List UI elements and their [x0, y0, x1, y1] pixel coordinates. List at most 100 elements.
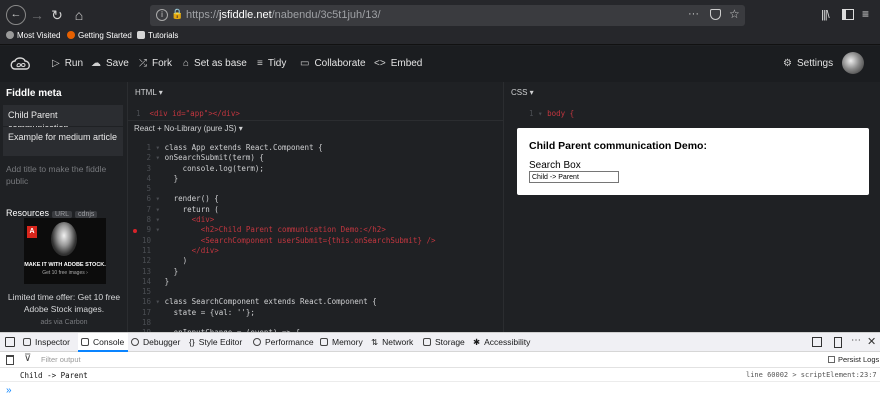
tab-inspector[interactable]: Inspector — [23, 337, 70, 347]
tab-debugger[interactable]: Debugger — [131, 337, 180, 347]
tab-label: Accessibility — [484, 337, 531, 347]
fork-button[interactable]: ⤮ Fork — [139, 58, 172, 69]
bookmark-most-visited[interactable]: Most Visited — [6, 31, 60, 40]
code-line[interactable]: 1 ▾ class App extends React.Component { — [142, 143, 436, 153]
tab-network[interactable]: ⇅ Network — [371, 337, 413, 348]
line-number: 1 ▾ — [142, 143, 165, 152]
fiddle-name-field[interactable]: Child Parent communication — [3, 105, 123, 133]
pane-divider[interactable] — [128, 120, 503, 121]
code-line[interactable]: 8 ▾ <div> — [142, 215, 436, 225]
tab-label: Console — [93, 337, 125, 347]
resources-section[interactable]: Resources URL cdnjs — [6, 208, 98, 218]
js-code-editor[interactable]: 1 ▾ class App extends React.Component { … — [142, 143, 436, 332]
resource-url-pill[interactable]: URL — [52, 211, 73, 218]
set-as-base-button[interactable]: ⌂ Set as base — [183, 58, 247, 69]
code-line[interactable]: 4 } — [142, 174, 436, 184]
element-picker-icon[interactable] — [5, 337, 15, 347]
log-source-link[interactable]: line 60002 > scriptElement:23:7 — [746, 371, 877, 379]
embed-button[interactable]: <> Embed — [374, 58, 422, 69]
devtools-menu-icon[interactable]: ⋯ — [851, 335, 861, 346]
dock-icon[interactable] — [834, 337, 842, 348]
jsfiddle-logo-icon[interactable] — [8, 55, 34, 73]
html-panel-label[interactable]: HTML ▾ — [135, 88, 163, 97]
tidy-button[interactable]: ≡ Tidy — [257, 58, 286, 69]
code-line[interactable]: 17 state = {val: ''}; — [142, 308, 436, 318]
search-input[interactable]: Child -> Parent — [529, 171, 619, 183]
code-line[interactable]: 9 ▾ <h2>Child Parent communication Demo:… — [142, 225, 436, 235]
trash-icon[interactable] — [6, 355, 14, 365]
tab-accessibility[interactable]: ✱ Accessibility — [473, 337, 530, 348]
code-line[interactable]: 5 — [142, 184, 436, 194]
filter-icon[interactable]: ⊽ — [24, 353, 31, 364]
code-text: console.log(term); — [164, 163, 264, 173]
reload-button[interactable]: ↻ — [48, 6, 66, 24]
css-pane: CSS ▾ 1 ▾ body { — [505, 82, 880, 332]
sliders-icon: ⚙ — [783, 58, 792, 69]
code-line[interactable]: 2 ▾ onSearchSubmit(term) { — [142, 153, 436, 163]
code-line[interactable]: 3 console.log(term); — [142, 164, 436, 174]
library-icon[interactable]: |||\ — [821, 9, 830, 21]
bookmark-star-icon[interactable]: ☆ — [729, 7, 740, 21]
back-button[interactable]: ← — [6, 5, 26, 25]
code-line[interactable]: 16 ▾ class SearchComponent extends React… — [142, 297, 436, 307]
js-panel-label[interactable]: React + No-Library (pure JS) ▾ — [134, 124, 243, 133]
code-line[interactable]: 10 <SearchComponent userSubmit={this.onS… — [142, 236, 436, 246]
code-line[interactable]: 18 — [142, 318, 436, 328]
breakpoint-marker-icon[interactable] — [133, 229, 137, 233]
ad-via-text[interactable]: ads via Carbon — [4, 319, 124, 326]
console-prompt-icon[interactable]: » — [6, 385, 12, 396]
fork-icon: ⤮ — [139, 58, 147, 69]
code-line[interactable]: 14 } — [142, 277, 436, 287]
tab-performance[interactable]: Performance — [253, 337, 314, 347]
line-number: 18 — [142, 318, 165, 328]
code-brackets-icon: <> — [374, 58, 386, 69]
pocket-icon[interactable] — [710, 9, 721, 20]
tab-label: Network — [382, 337, 414, 347]
settings-button[interactable]: ⚙ Settings — [783, 58, 833, 69]
ad-offer-text[interactable]: Limited time offer: Get 10 free Adobe St… — [4, 291, 124, 315]
bookmark-tutorials[interactable]: Tutorials — [137, 31, 178, 40]
hamburger-menu-icon[interactable]: ≡ — [862, 7, 869, 21]
code-line[interactable]: 12 ) — [142, 256, 436, 266]
url-prefix: https:// — [186, 9, 220, 21]
info-icon[interactable]: i — [156, 9, 168, 21]
code-text: class App extends React.Component { — [164, 143, 323, 152]
tab-console[interactable]: Console — [78, 333, 129, 352]
user-avatar[interactable] — [842, 52, 864, 74]
html-code-line[interactable]: 1 <div id="app"></div> — [136, 109, 240, 119]
console-log-row[interactable]: Child -> Parent line 60002 > scriptEleme… — [0, 368, 880, 382]
url-bar[interactable]: i 🔒 https://jsfiddle.net/nabendu/3c5t1ju… — [150, 5, 745, 26]
code-line[interactable]: 13 } — [142, 267, 436, 277]
close-icon[interactable]: ✕ — [867, 335, 876, 348]
persist-logs-checkbox[interactable] — [828, 356, 835, 363]
tab-storage[interactable]: Storage — [423, 337, 465, 347]
code-line[interactable]: 11 </div> — [142, 246, 436, 256]
code-line[interactable]: 6 ▾ render() { — [142, 194, 436, 204]
css-panel-label[interactable]: CSS ▾ — [511, 88, 534, 97]
sidebar-toggle-icon[interactable] — [842, 9, 854, 20]
filter-input[interactable]: Filter output — [41, 355, 81, 364]
tab-memory[interactable]: Memory — [320, 337, 363, 347]
code-line[interactable]: 7 ▾ return ( — [142, 205, 436, 215]
line-number: 12 — [142, 256, 165, 266]
save-button[interactable]: ☁ Save — [91, 58, 129, 69]
bookmark-getting-started[interactable]: Getting Started — [67, 31, 132, 40]
result-preview: Child Parent communication Demo: Search … — [517, 128, 869, 195]
line-number: 6 ▾ — [142, 194, 165, 204]
home-button[interactable]: ⌂ — [70, 6, 88, 24]
ad-image[interactable]: A MAKE IT WITH ADOBE STOCK. Get 10 free … — [24, 218, 106, 284]
fiddle-description-field[interactable]: Example for medium article — [3, 127, 123, 156]
search-box-label: Search Box — [529, 160, 581, 171]
line-number: 8 ▾ — [142, 215, 165, 225]
forward-button[interactable]: → — [28, 6, 46, 24]
tab-style-editor[interactable]: {} Style Editor — [189, 337, 242, 347]
bookmarks-bar: Most Visited Getting Started Tutorials — [0, 30, 880, 45]
collaborate-label: Collaborate — [314, 58, 366, 69]
css-code-line[interactable]: 1 ▾ body { — [529, 109, 574, 119]
more-actions-icon[interactable]: ··· — [688, 8, 699, 20]
collaborate-button[interactable]: ▭ Collaborate — [300, 58, 366, 69]
code-line[interactable]: 15 — [142, 287, 436, 297]
resource-cdnjs-pill[interactable]: cdnjs — [75, 211, 98, 218]
responsive-mode-icon[interactable] — [812, 337, 822, 347]
run-button[interactable]: ▷ Run — [52, 58, 83, 69]
